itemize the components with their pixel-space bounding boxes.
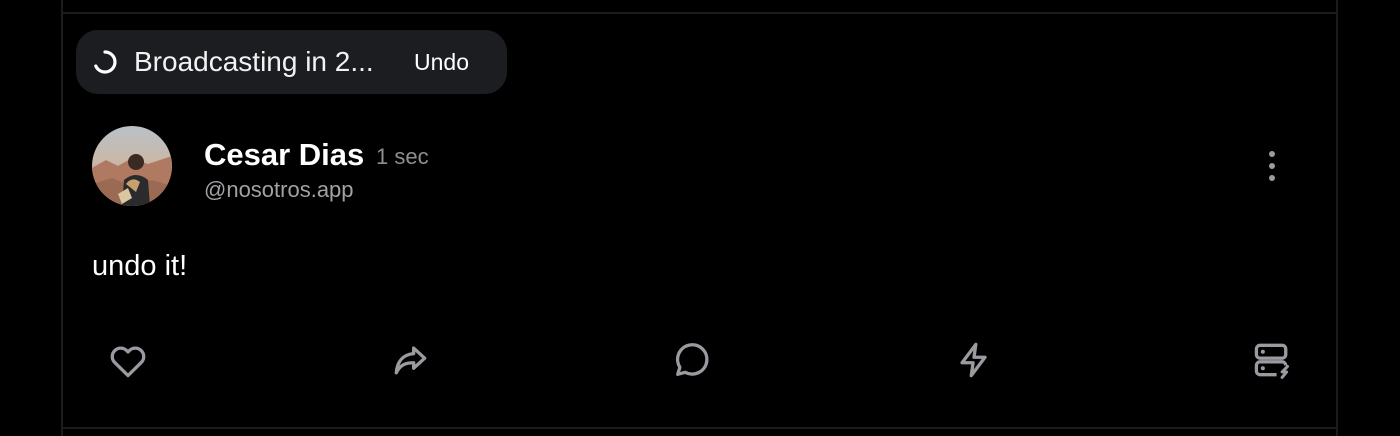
more-options-button[interactable] <box>1256 148 1288 184</box>
broadcast-toast: Broadcasting in 2... Undo <box>76 30 507 94</box>
zap-icon <box>960 342 987 378</box>
zap-button[interactable] <box>952 338 996 382</box>
heart-icon <box>110 346 146 378</box>
reply-icon <box>675 343 709 376</box>
broadcast-status-text: Broadcasting in 2... <box>134 46 374 77</box>
author-avatar[interactable] <box>92 126 172 206</box>
like-button[interactable] <box>106 338 150 382</box>
feed-page: Broadcasting in 2... Undo Cesar Dias 1 s… <box>0 0 1400 436</box>
author-handle[interactable]: @nosotros.app <box>204 176 354 204</box>
next-post-divider <box>61 429 1338 436</box>
undo-button[interactable]: Undo <box>414 48 469 76</box>
repost-icon <box>394 346 427 375</box>
relays-icon <box>1254 343 1290 379</box>
post-content: undo it! <box>92 250 188 282</box>
previous-post-divider <box>61 0 1338 12</box>
more-vertical-icon <box>1269 151 1275 181</box>
relays-button[interactable] <box>1250 338 1294 382</box>
reply-button[interactable] <box>670 338 714 382</box>
repost-button[interactable] <box>388 338 432 382</box>
post-timestamp[interactable]: 1 sec <box>376 143 429 171</box>
loading-spinner-icon <box>92 49 118 75</box>
author-name[interactable]: Cesar Dias <box>204 136 364 174</box>
